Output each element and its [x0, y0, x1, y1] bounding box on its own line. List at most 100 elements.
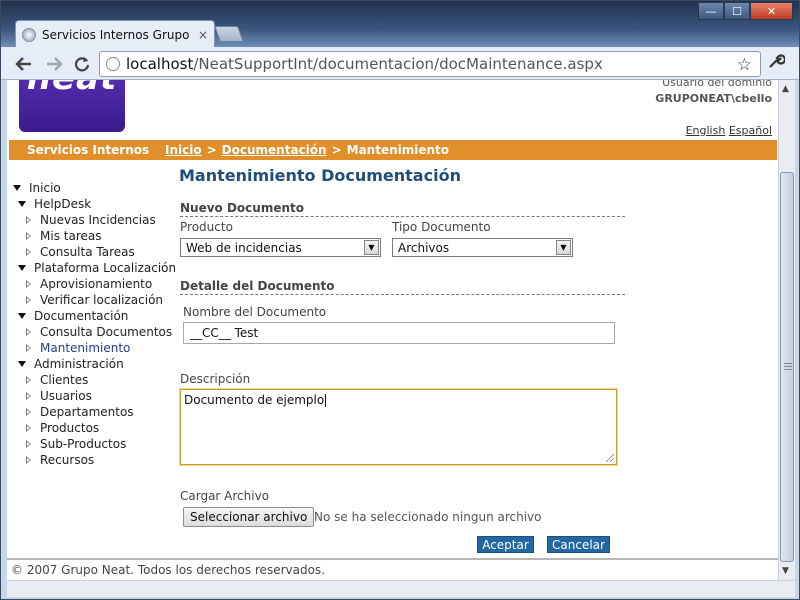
sidebar-item-inicio[interactable]: Inicio: [13, 180, 61, 196]
leaf-arrow-icon: [26, 232, 31, 240]
leaf-arrow-icon: [26, 344, 31, 352]
accept-button[interactable]: Aceptar: [477, 536, 534, 553]
doc-name-input[interactable]: __CC__ Test: [183, 322, 615, 344]
sidebar-item-usuarios[interactable]: Usuarios: [26, 388, 92, 404]
tab-close-icon[interactable]: ×: [198, 28, 208, 42]
scroll-up-icon[interactable]: ▲: [782, 84, 789, 94]
select-file-button[interactable]: Seleccionar archivo: [183, 507, 315, 527]
product-select-value: Web de incidencias: [186, 240, 302, 255]
doc-type-select[interactable]: Archivos ▼: [392, 238, 573, 257]
bookmark-star-icon[interactable]: ☆: [737, 55, 752, 75]
maximize-button[interactable]: ☐: [724, 2, 750, 20]
sidebar-item-verificar-localizacion[interactable]: Verificar localización: [26, 292, 163, 308]
browser-tab[interactable]: Servicios Internos Grupo Ne ×: [15, 20, 215, 48]
sidebar-item-documentacion[interactable]: Documentación: [18, 308, 128, 324]
description-label: Descripción: [180, 372, 251, 386]
leaf-arrow-icon: [26, 424, 31, 432]
sidebar-tree: Inicio HelpDesk Nuevas Incidencias Mis t…: [7, 162, 176, 558]
document-detail-section: Detalle del Documento: [180, 279, 625, 295]
user-domain-label: Usuario del dominio: [662, 80, 772, 89]
cancel-button[interactable]: Cancelar: [547, 536, 610, 553]
sidebar-item-aprovisionamiento[interactable]: Aprovisionamiento: [26, 276, 152, 292]
leaf-arrow-icon: [26, 456, 31, 464]
new-document-section: Nuevo Documento: [180, 201, 625, 217]
breadcrumb-separator: >: [331, 143, 342, 157]
neat-logo: neat: [19, 80, 125, 132]
browser-toolbar: localhost/NeatSupportInt/documentacion/d…: [1, 47, 799, 80]
leaf-arrow-icon: [26, 392, 31, 400]
vertical-scrollbar[interactable]: ▲ ▼: [778, 80, 795, 580]
breadcrumb-documentacion[interactable]: Documentación: [222, 143, 327, 157]
leaf-arrow-icon: [26, 440, 31, 448]
nav-bar: Servicios Internos Inicio > Documentació…: [9, 140, 777, 160]
spanish-link[interactable]: Español: [729, 124, 772, 137]
chevron-down-icon[interactable]: ▼: [364, 240, 379, 255]
globe-icon: [22, 27, 36, 42]
description-value: Documento de ejemplo: [184, 393, 325, 407]
title-bar: Servicios Internos Grupo Ne × — ☐ ✕: [1, 1, 799, 48]
description-textarea[interactable]: Documento de ejemplo: [180, 389, 617, 465]
leaf-arrow-icon: [26, 408, 31, 416]
resize-grip-icon[interactable]: [606, 454, 614, 462]
doc-name-label: Nombre del Documento: [183, 305, 327, 319]
close-window-button[interactable]: ✕: [750, 2, 793, 20]
sidebar-item-administracion[interactable]: Administración: [18, 356, 124, 372]
sidebar-item-consulta-tareas[interactable]: Consulta Tareas: [26, 244, 135, 260]
page-title: Mantenimiento Documentación: [179, 166, 461, 185]
sidebar-item-clientes[interactable]: Clientes: [26, 372, 88, 388]
user-domain-value: GRUPONEAT\cbello: [655, 92, 772, 105]
minimize-button[interactable]: —: [698, 2, 724, 20]
expand-arrow-icon[interactable]: [18, 265, 26, 271]
sidebar-item-recursos[interactable]: Recursos: [26, 452, 94, 468]
expand-arrow-icon[interactable]: [13, 185, 21, 191]
wrench-icon[interactable]: [767, 52, 787, 75]
scroll-down-icon[interactable]: ▼: [782, 566, 789, 576]
main-content: Mantenimiento Documentación Nuevo Docume…: [175, 162, 775, 558]
sidebar-item-productos[interactable]: Productos: [26, 420, 99, 436]
scroll-thumb[interactable]: [780, 172, 794, 562]
doc-type-label: Tipo Documento: [392, 220, 491, 234]
forward-arrow-icon[interactable]: [43, 53, 65, 75]
reload-icon[interactable]: [71, 53, 93, 75]
address-bar[interactable]: localhost/NeatSupportInt/documentacion/d…: [99, 51, 761, 77]
upload-label: Cargar Archivo: [180, 489, 270, 503]
expand-arrow-icon[interactable]: [18, 201, 26, 207]
url-path: /NeatSupportInt/documentacion/docMainten…: [193, 55, 603, 73]
text-caret: [325, 394, 327, 407]
expand-arrow-icon[interactable]: [18, 361, 26, 367]
sidebar-item-plataforma-localizacion[interactable]: Plataforma Localización: [18, 260, 176, 276]
no-file-selected-note: No se ha seleccionado ningun archivo: [314, 510, 542, 524]
breadcrumb-inicio[interactable]: Inicio: [165, 143, 202, 157]
leaf-arrow-icon: [26, 216, 31, 224]
leaf-arrow-icon: [26, 328, 31, 336]
breadcrumb-separator: >: [206, 143, 217, 157]
browser-window: Servicios Internos Grupo Ne × — ☐ ✕ loca…: [0, 0, 800, 600]
sidebar-item-consulta-documentos[interactable]: Consulta Documentos: [26, 324, 172, 340]
chevron-down-icon[interactable]: ▼: [556, 240, 571, 255]
site-name: Servicios Internos: [27, 143, 150, 157]
leaf-arrow-icon: [26, 280, 31, 288]
product-select[interactable]: Web de incidencias ▼: [180, 238, 381, 257]
back-arrow-icon[interactable]: [13, 53, 35, 75]
grip-icon: [784, 363, 792, 370]
sidebar-item-mis-tareas[interactable]: Mis tareas: [26, 228, 101, 244]
expand-arrow-icon[interactable]: [18, 313, 26, 319]
leaf-arrow-icon: [26, 296, 31, 304]
sidebar-item-nuevas-incidencias[interactable]: Nuevas Incidencias: [26, 212, 156, 228]
english-link[interactable]: English: [686, 124, 726, 137]
sidebar-item-helpdesk[interactable]: HelpDesk: [18, 196, 91, 212]
product-label: Producto: [180, 220, 233, 234]
sidebar-item-mantenimiento[interactable]: Mantenimiento: [26, 340, 130, 356]
new-tab-button[interactable]: [214, 26, 244, 42]
doc-type-select-value: Archivos: [398, 240, 450, 255]
horizontal-scrollbar[interactable]: [7, 580, 795, 597]
breadcrumb-current: Mantenimiento: [346, 143, 450, 157]
sidebar-item-sub-productos[interactable]: Sub-Productos: [26, 436, 126, 452]
sidebar-item-departamentos[interactable]: Departamentos: [26, 404, 134, 420]
leaf-arrow-icon: [26, 248, 31, 256]
doc-name-value: __CC__ Test: [190, 326, 259, 340]
page-icon: [106, 57, 120, 71]
url-host: localhost: [126, 55, 194, 73]
leaf-arrow-icon: [26, 376, 31, 384]
page-viewport: neat Usuario del dominio GRUPONEAT\cbell…: [7, 80, 778, 580]
